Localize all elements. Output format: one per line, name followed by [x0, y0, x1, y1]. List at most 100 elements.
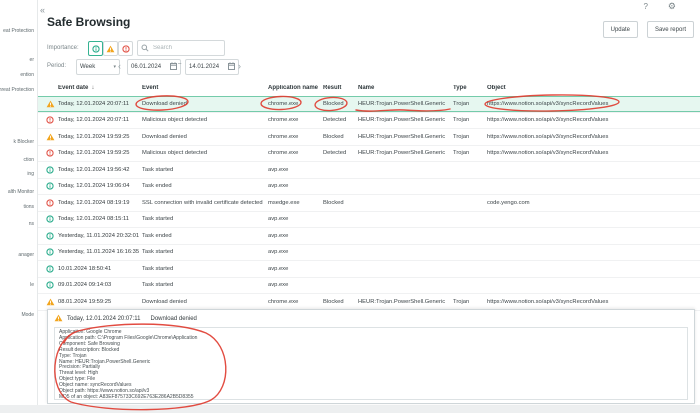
application-name-cell: avp.exe	[268, 249, 323, 255]
sidebar-item[interactable]: er	[30, 57, 34, 63]
event-date-cell: 10.01.2024 18:50:41	[58, 266, 142, 272]
event-date-cell: Today, 12.01.2024 20:07:11	[58, 101, 142, 107]
period-label: Period:	[47, 63, 66, 69]
event-row[interactable]: Today, 12.01.2024 20:07:11Download denie…	[38, 96, 700, 113]
type-cell: Trojan	[453, 134, 487, 140]
sidebar-item[interactable]: ction	[23, 157, 34, 163]
name-cell: HEUR:Trojan.PowerShell.Generic	[358, 101, 453, 107]
type-cell: Trojan	[453, 150, 487, 156]
calendar-icon	[228, 62, 235, 72]
application-name-cell: avp.exe	[268, 167, 323, 173]
warning-icon	[54, 314, 63, 324]
sidebar-item[interactable]: le	[30, 282, 34, 288]
sidebar-item[interactable]: Mode	[21, 312, 34, 318]
application-name-cell: avp.exe	[268, 282, 323, 288]
column-result[interactable]: Result	[323, 85, 358, 91]
type-cell: Trojan	[453, 117, 487, 123]
result-cell: Blocked	[323, 200, 358, 206]
column-object[interactable]: Object	[487, 85, 700, 91]
help-icon[interactable]: ?	[644, 2, 648, 11]
application-name-cell: avp.exe	[268, 266, 323, 272]
column-name[interactable]: Name	[358, 85, 453, 91]
sidebar-item[interactable]: alth Monitor	[8, 189, 34, 195]
date-to-value: 14.01.2024	[189, 64, 219, 70]
type-cell: Trojan	[453, 101, 487, 107]
event-cell: Task started	[142, 216, 268, 222]
chevron-down-icon: ▾	[113, 64, 116, 70]
detail-header: Today, 12.01.2024 20:07:11 Download deni…	[48, 310, 694, 326]
event-date-cell: Yesterday, 11.01.2024 16:16:35	[58, 249, 142, 255]
column-type[interactable]: Type	[453, 85, 487, 91]
importance-label: Importance:	[47, 45, 79, 51]
event-cell: Task started	[142, 266, 268, 272]
event-cell: SSL connection with invalid certificate …	[142, 200, 268, 206]
object-cell: https://www.notion.so/api/v3/syncRecordV…	[487, 117, 700, 123]
sidebar-item[interactable]: tions	[23, 204, 34, 210]
column-event-date[interactable]: Event date↓	[58, 85, 142, 91]
prev-period-button[interactable]: ‹	[118, 59, 121, 73]
date-to-chip[interactable]: 14.01.2024	[185, 59, 239, 75]
application-name-cell: chrome.exe	[268, 150, 323, 156]
column-application-name[interactable]: Application name	[268, 85, 323, 91]
warning-icon	[46, 133, 58, 141]
event-row[interactable]: Today, 12.01.2024 19:59:25Malicious obje…	[38, 146, 700, 163]
period-select[interactable]: Week ▾	[76, 59, 120, 75]
event-date-cell: Today, 12.01.2024 08:15:11	[58, 216, 142, 222]
object-cell: https://www.notion.so/api/v3/syncRecordV…	[487, 134, 700, 140]
save-report-button[interactable]: Save report	[647, 21, 694, 38]
date-from-chip[interactable]: 06.01.2024	[127, 59, 181, 75]
date-range-separator: –	[178, 61, 181, 67]
sidebar-item[interactable]: eat Protection	[3, 28, 34, 34]
result-cell: Detected	[323, 117, 358, 123]
importance-warning-toggle[interactable]	[103, 41, 118, 56]
application-name-cell: chrome.exe	[268, 299, 323, 305]
info-icon	[46, 265, 58, 273]
sidebar-item[interactable]: ns	[29, 221, 34, 227]
next-period-button[interactable]: ›	[238, 59, 241, 73]
critical-icon	[46, 199, 58, 207]
sidebar-item[interactable]: anager	[18, 252, 34, 258]
warning-icon	[46, 298, 58, 306]
event-date-cell: Yesterday, 11.01.2024 20:32:01	[58, 233, 142, 239]
object-cell: https://www.notion.so/api/v3/syncRecordV…	[487, 299, 700, 305]
event-cell: Malicious object detected	[142, 150, 268, 156]
application-name-cell: avp.exe	[268, 183, 323, 189]
info-icon	[46, 166, 58, 174]
event-row[interactable]: Yesterday, 11.01.2024 16:16:35Task start…	[38, 245, 700, 262]
event-row[interactable]: Today, 12.01.2024 20:07:11Malicious obje…	[38, 113, 700, 130]
application-name-cell: chrome.exe	[268, 101, 323, 107]
event-cell: Task ended	[142, 233, 268, 239]
event-row[interactable]: Today, 12.01.2024 08:19:19SSL connection…	[38, 195, 700, 212]
name-cell: HEUR:Trojan.PowerShell.Generic	[358, 134, 453, 140]
event-row[interactable]: Today, 12.01.2024 19:59:25Download denie…	[38, 129, 700, 146]
detail-event: Download denied	[151, 316, 197, 322]
sidebar-item[interactable]: ing	[27, 171, 34, 177]
event-cell: Task started	[142, 282, 268, 288]
search-input[interactable]	[151, 44, 217, 52]
detail-line: MD5 of an object: A83EF875733C692E763E28…	[59, 395, 683, 400]
event-row[interactable]: Today, 12.01.2024 19:56:42Task startedav…	[38, 162, 700, 179]
period-value: Week	[80, 64, 95, 70]
sidebar-item[interactable]: ention	[20, 72, 34, 78]
search-box	[137, 40, 225, 56]
name-cell: HEUR:Trojan.PowerShell.Generic	[358, 150, 453, 156]
result-cell: Blocked	[323, 101, 358, 107]
event-row[interactable]: 09.01.2024 09:14:03Task startedavp.exe	[38, 278, 700, 295]
column-event[interactable]: Event	[142, 85, 268, 91]
event-row[interactable]: Today, 12.01.2024 08:15:11Task startedav…	[38, 212, 700, 229]
event-row[interactable]: Today, 12.01.2024 19:06:04Task endedavp.…	[38, 179, 700, 196]
update-button[interactable]: Update	[603, 21, 638, 38]
importance-critical-toggle[interactable]	[118, 41, 133, 56]
application-name-cell: chrome.exe	[268, 134, 323, 140]
event-row[interactable]: 10.01.2024 18:50:41Task startedavp.exe	[38, 261, 700, 278]
gear-icon[interactable]: ⚙	[668, 1, 676, 12]
sidebar-item[interactable]: k Blocker	[13, 139, 34, 145]
importance-info-toggle[interactable]	[88, 41, 103, 56]
info-icon	[46, 182, 58, 190]
application-name-cell: avp.exe	[268, 216, 323, 222]
collapse-sidebar-icon[interactable]: «	[40, 5, 45, 15]
critical-icon	[122, 40, 130, 58]
event-row[interactable]: Yesterday, 11.01.2024 20:32:01Task ended…	[38, 228, 700, 245]
sidebar-item[interactable]: Threat Protection	[0, 87, 34, 93]
event-cell: Download denied	[142, 134, 268, 140]
